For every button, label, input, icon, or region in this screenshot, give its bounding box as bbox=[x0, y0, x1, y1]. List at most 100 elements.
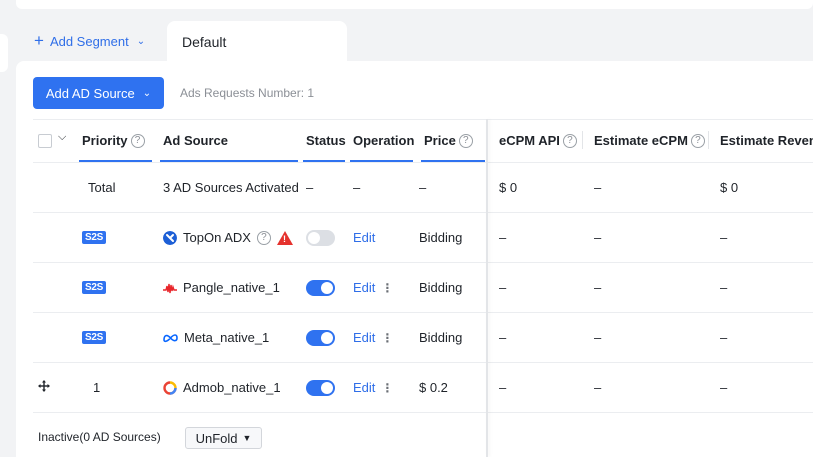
ecpm-api-cell: – bbox=[499, 330, 507, 345]
tab-default[interactable]: Default bbox=[167, 21, 347, 63]
operation-cell: Edit ⋮ bbox=[353, 280, 393, 295]
s2s-badge: S2S bbox=[82, 331, 107, 344]
header-operation: Operation bbox=[353, 133, 414, 148]
ad-source-name: Meta_native_1 bbox=[184, 330, 270, 345]
status-toggle-cell bbox=[306, 330, 335, 346]
estimate-ecpm-cell: – bbox=[594, 230, 602, 245]
help-icon[interactable]: ? bbox=[130, 133, 145, 148]
ecpm-api-cell: – bbox=[499, 280, 507, 295]
ad-source-name: Admob_native_1 bbox=[183, 380, 281, 395]
pangle-logo-icon bbox=[163, 283, 177, 293]
ad-source-meta: Meta_native_1 bbox=[163, 330, 269, 345]
row-divider bbox=[33, 212, 813, 213]
ad-source-name: TopOn ADX bbox=[183, 230, 251, 245]
chevron-down-icon: ⌄ bbox=[136, 35, 146, 47]
inactive-sources-label: Inactive(0 AD Sources) bbox=[38, 430, 161, 444]
row-divider bbox=[33, 412, 813, 413]
estimate-ecpm-cell: – bbox=[594, 380, 602, 395]
ad-source-pangle: Pangle_native_1 bbox=[163, 280, 280, 295]
s2s-badge-label: S2S bbox=[82, 231, 107, 244]
help-icon[interactable]: ? bbox=[458, 133, 473, 148]
total-price: – bbox=[419, 180, 427, 195]
edit-link[interactable]: Edit bbox=[353, 230, 375, 245]
more-options-icon[interactable]: ⋮ bbox=[381, 331, 393, 345]
header-priority[interactable]: Priority ? bbox=[82, 133, 145, 148]
status-toggle[interactable] bbox=[306, 280, 335, 296]
column-divider bbox=[582, 131, 583, 149]
estimate-ecpm-cell: – bbox=[594, 280, 602, 295]
operation-cell: Edit ⋮ bbox=[353, 380, 393, 395]
plus-icon: + bbox=[34, 30, 44, 50]
main-panel bbox=[16, 61, 813, 457]
add-segment-button[interactable]: + Add Segment ⌄ bbox=[34, 30, 145, 52]
estimate-revenue-cell: – bbox=[720, 230, 728, 245]
price-cell: Bidding bbox=[419, 230, 463, 245]
header-underline bbox=[160, 160, 298, 162]
estimate-revenue-cell: – bbox=[720, 280, 728, 295]
header-border bbox=[33, 162, 813, 163]
more-options-icon[interactable]: ⋮ bbox=[381, 381, 393, 395]
ad-source-admob: Admob_native_1 bbox=[163, 380, 281, 395]
move-icon bbox=[38, 380, 50, 392]
header-estimate-ecpm[interactable]: Estimate eCPM ? bbox=[594, 133, 705, 148]
admob-logo-icon bbox=[163, 380, 177, 395]
drag-handle[interactable] bbox=[38, 380, 50, 392]
add-segment-label: Add Segment bbox=[49, 33, 129, 49]
header-price[interactable]: Price ? bbox=[424, 133, 473, 148]
header-estimate-revenue-label: Estimate Revenu bbox=[720, 133, 813, 148]
total-ecpm-api: $ 0 bbox=[499, 180, 518, 195]
chevron-down-icon: ⌄ bbox=[142, 87, 152, 99]
more-options-icon[interactable]: ⋮ bbox=[381, 281, 393, 295]
header-underline bbox=[79, 160, 152, 162]
header-ad-source: Ad Source bbox=[163, 133, 228, 148]
warning-icon[interactable]: ! bbox=[276, 230, 293, 245]
help-icon[interactable]: ? bbox=[690, 133, 705, 148]
price-cell: $ 0.2 bbox=[419, 380, 448, 395]
edit-link[interactable]: Edit bbox=[353, 330, 375, 345]
s2s-badge: S2S bbox=[82, 281, 107, 294]
tab-default-label: Default bbox=[182, 34, 227, 50]
ad-source-topon: TopOn ADX ? ! bbox=[163, 230, 293, 245]
header-priority-label: Priority bbox=[82, 133, 128, 148]
s2s-badge-label: S2S bbox=[82, 281, 107, 294]
edit-link[interactable]: Edit bbox=[353, 280, 375, 295]
header-status: Status bbox=[306, 133, 346, 148]
ads-requests-number: Ads Requests Number: 1 bbox=[180, 86, 315, 100]
total-estimate-revenue: $ 0 bbox=[720, 180, 739, 195]
status-toggle-cell bbox=[306, 380, 335, 396]
status-toggle[interactable] bbox=[306, 230, 335, 246]
price-cell: Bidding bbox=[419, 280, 463, 295]
select-all-checkbox[interactable] bbox=[38, 134, 52, 148]
total-operation: – bbox=[353, 180, 361, 195]
ecpm-api-cell: – bbox=[499, 230, 507, 245]
chevron-down-icon[interactable]: ⌵ bbox=[58, 131, 66, 144]
header-price-label: Price bbox=[424, 133, 456, 148]
row-divider bbox=[33, 262, 813, 263]
unfold-button[interactable]: UnFold ▼ bbox=[185, 427, 262, 449]
column-divider bbox=[708, 131, 709, 149]
add-ad-source-button[interactable]: Add AD Source ⌄ bbox=[33, 77, 164, 109]
status-toggle[interactable] bbox=[306, 380, 335, 396]
status-toggle-cell bbox=[306, 280, 335, 296]
top-card bbox=[16, 0, 813, 9]
topon-logo-icon bbox=[163, 230, 177, 245]
left-panel-edge bbox=[0, 34, 8, 72]
estimate-revenue-cell: – bbox=[720, 330, 728, 345]
meta-logo-icon bbox=[163, 333, 178, 342]
header-status-label: Status bbox=[306, 133, 346, 148]
price-cell: Bidding bbox=[419, 330, 463, 345]
help-icon[interactable]: ? bbox=[562, 133, 577, 148]
header-operation-label: Operation bbox=[353, 133, 415, 148]
s2s-badge: S2S bbox=[82, 231, 107, 244]
help-icon[interactable]: ? bbox=[256, 230, 271, 245]
header-ecpm-api[interactable]: eCPM API ? bbox=[499, 133, 577, 148]
status-toggle[interactable] bbox=[306, 330, 335, 346]
header-underline bbox=[421, 160, 485, 162]
header-ecpm-api-label: eCPM API bbox=[499, 133, 560, 148]
estimate-ecpm-cell: – bbox=[594, 330, 602, 345]
edit-link[interactable]: Edit bbox=[353, 380, 375, 395]
priority-cell: 1 bbox=[93, 380, 101, 395]
unfold-label: UnFold bbox=[195, 430, 238, 446]
status-toggle-cell bbox=[306, 230, 335, 246]
header-estimate-ecpm-label: Estimate eCPM bbox=[594, 133, 688, 148]
